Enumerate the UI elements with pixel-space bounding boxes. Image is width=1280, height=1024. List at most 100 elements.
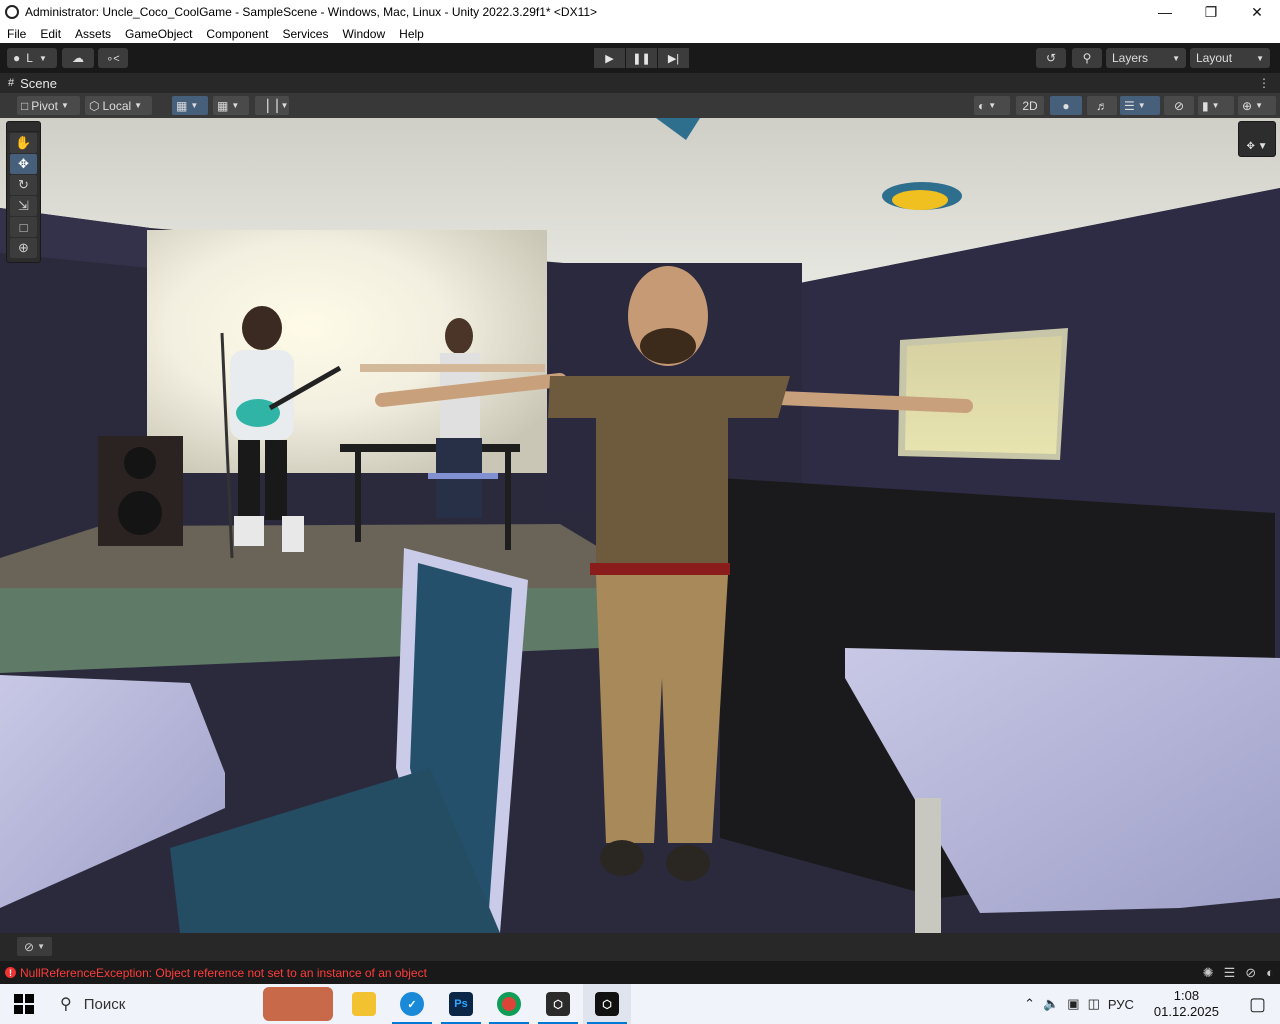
windows-taskbar: ⚲ Поиск ✓ Ps ⬡ ⬡ ⌃ 🔈 ▣ ◫ РУС 1:08 01.12.… — [0, 984, 1280, 1024]
layers-dropdown[interactable]: Layers ▼ — [1106, 48, 1186, 68]
restore-button[interactable]: ❐ — [1188, 0, 1234, 24]
overlay-grip[interactable] — [7, 122, 40, 132]
window-title: Administrator: Uncle_Coco_CoolGame - Sam… — [25, 5, 598, 19]
mode-2d-toggle[interactable]: 2D — [1016, 96, 1044, 115]
globe-icon: ⊕ — [1242, 98, 1253, 113]
auto-generate-lighting-icon[interactable]: ⊘ — [1245, 965, 1256, 981]
clock-date: 01.12.2025 — [1153, 1004, 1219, 1019]
menu-component[interactable]: Component — [199, 27, 275, 41]
undo-history-button[interactable]: ↺ — [1036, 48, 1066, 68]
speaker-icon[interactable]: 🔈 — [1039, 996, 1063, 1012]
cloud-button[interactable]: ☁ — [62, 48, 94, 68]
grid-snapping-toggle[interactable]: ▦ ▼ — [172, 96, 208, 115]
scale-tool-button[interactable]: ⇲ — [10, 196, 37, 216]
minimize-button[interactable]: — — [1142, 0, 1188, 24]
menu-edit[interactable]: Edit — [33, 27, 68, 41]
menu-file[interactable]: File — [0, 27, 33, 41]
transform-tool-button[interactable]: ⊕ — [10, 238, 37, 258]
taskbar-search[interactable]: ⚲ Поиск — [48, 984, 256, 1024]
winter-house-icon — [263, 987, 333, 1021]
system-tray: ⌃ 🔈 ▣ ◫ РУС 1:08 01.12.2025 ▢ — [1020, 984, 1280, 1024]
transform-icon: ⊕ — [18, 240, 29, 255]
unity-app-icon — [5, 5, 19, 19]
taskbar-chrome[interactable] — [485, 984, 533, 1024]
account-dropdown[interactable]: ● L ▼ — [7, 48, 57, 68]
scale-icon: ⇲ — [18, 198, 29, 213]
taskbar-clock[interactable]: 1:08 01.12.2025 — [1138, 988, 1235, 1020]
play-button[interactable]: ▶ — [594, 48, 625, 68]
more-options-icon[interactable]: ⋮ — [1258, 76, 1270, 90]
menu-bar: File Edit Assets GameObject Component Se… — [0, 24, 1280, 43]
camera-dropdown[interactable]: ▮ ▼ — [1198, 96, 1234, 115]
chevron-down-icon: ▼ — [1137, 101, 1146, 110]
chevron-down-icon: ▼ — [231, 101, 240, 110]
stage-backdrop — [147, 230, 547, 473]
unity-icon: ⬡ — [595, 992, 619, 1016]
grid-icon: ▦ — [217, 98, 229, 113]
console-error-message[interactable]: ! NullReferenceException: Object referen… — [0, 966, 427, 980]
status-bar: ! NullReferenceException: Object referen… — [0, 961, 1280, 984]
rect-tool-button[interactable]: □ — [10, 217, 37, 237]
taskbar-unity-editor[interactable]: ⬡ — [583, 984, 631, 1024]
pivot-label: Pivot — [31, 98, 58, 113]
audio-toggle[interactable]: ♬ — [1087, 96, 1117, 115]
rotate-tool-button[interactable]: ↻ — [10, 175, 37, 195]
layers-label: Layers — [1112, 51, 1149, 65]
ruler-icon: ▕▕ — [259, 98, 278, 113]
unity-hub-icon: ⬡ — [546, 992, 570, 1016]
close-button[interactable]: ✕ — [1234, 0, 1280, 24]
display-icon[interactable]: ◫ — [1084, 996, 1104, 1012]
search-button[interactable]: ⚲ — [1072, 48, 1102, 68]
scene-bottom-bar: ⊘ ▼ — [0, 933, 1280, 961]
light-bulb-icon: ● — [1062, 98, 1070, 113]
effects-dropdown[interactable]: ☰ ▼ — [1120, 96, 1160, 115]
taskbar-weather-widget[interactable] — [258, 984, 338, 1024]
notifications-icon[interactable]: ▢ — [1235, 994, 1280, 1015]
taskbar-unity-hub[interactable]: ⬡ — [534, 984, 582, 1024]
feather-app-icon: ✓ — [400, 992, 424, 1016]
lighting-toggle[interactable]: ● — [1050, 96, 1082, 115]
hidden-objects-toggle[interactable]: ⊘ — [1164, 96, 1194, 115]
chevron-down-icon: ▼ — [280, 101, 289, 110]
start-button[interactable] — [0, 984, 48, 1024]
menu-window[interactable]: Window — [335, 27, 392, 41]
gizmos-dropdown[interactable]: ⊕ ▼ — [1238, 96, 1276, 115]
taskbar-file-explorer[interactable] — [340, 984, 388, 1024]
menu-assets[interactable]: Assets — [68, 27, 118, 41]
menu-services[interactable]: Services — [275, 27, 335, 41]
search-icon: ⚲ — [60, 996, 72, 1013]
photoshop-icon: Ps — [449, 992, 473, 1016]
taskbar-app-blue[interactable]: ✓ — [388, 984, 436, 1024]
layers-stack-icon: ☰ — [1124, 98, 1135, 113]
step-button[interactable]: ▶| — [658, 48, 689, 68]
rotate-icon: ↻ — [18, 177, 29, 192]
move-tool-button[interactable]: ✥ — [10, 154, 37, 174]
cache-server-icon[interactable]: ☰ — [1224, 965, 1236, 981]
network-icon[interactable]: ▣ — [1063, 996, 1083, 1012]
orientation-overlay[interactable]: ✥ ▼ — [1238, 121, 1276, 157]
pivot-dropdown[interactable]: □ Pivot ▼ — [17, 96, 80, 115]
chevron-up-icon[interactable]: ⌃ — [1020, 996, 1039, 1012]
chevron-down-icon: ▼ — [37, 942, 45, 951]
language-indicator[interactable]: РУС — [1104, 997, 1138, 1012]
progress-spinner-icon[interactable]: ◐ — [1266, 965, 1274, 981]
main-toolbar: ● L ▼ ☁ ∘< ▶ ❚❚ ▶| ↺ ⚲ Layers ▼ Layout ▼ — [0, 43, 1280, 73]
menu-gameobject[interactable]: GameObject — [118, 27, 199, 41]
draw-mode-dropdown[interactable]: ◐ ▼ — [974, 96, 1010, 115]
collab-button[interactable]: ∘< — [98, 48, 128, 68]
tab-scene[interactable]: # Scene — [0, 76, 65, 91]
bug-icon[interactable]: ✺ — [1203, 965, 1214, 981]
increment-snap-toggle[interactable]: ▕▕ ▼ — [255, 96, 289, 115]
account-label: L — [26, 51, 33, 65]
grid-visibility-toggle[interactable]: ▦ ▼ — [213, 96, 249, 115]
scene-viewport[interactable] — [0, 118, 1280, 933]
taskbar-photoshop[interactable]: Ps — [437, 984, 485, 1024]
local-dropdown[interactable]: ⬡ Local ▼ — [85, 96, 152, 115]
layout-dropdown[interactable]: Layout ▼ — [1190, 48, 1270, 68]
menu-help[interactable]: Help — [392, 27, 431, 41]
scene-view-options-button[interactable]: ⊘ ▼ — [17, 937, 52, 956]
hand-tool-button[interactable]: ✋ — [10, 133, 37, 153]
pause-button[interactable]: ❚❚ — [626, 48, 657, 68]
rect-icon: □ — [19, 219, 28, 235]
title-bar: Administrator: Uncle_Coco_CoolGame - Sam… — [0, 0, 1280, 24]
